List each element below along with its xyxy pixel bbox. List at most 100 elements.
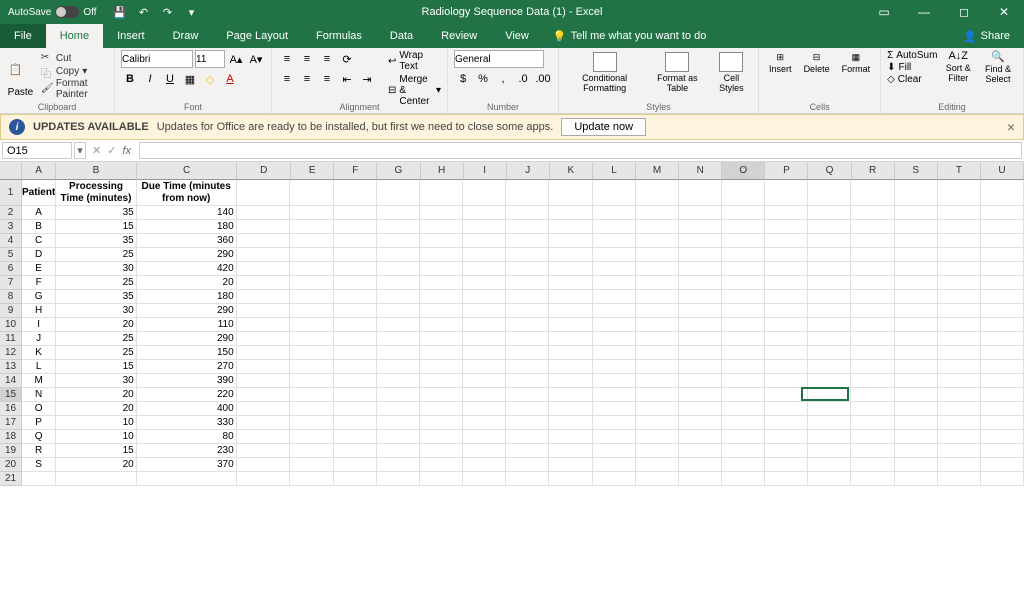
customize-icon[interactable]: ▾	[185, 5, 199, 19]
cell-U7[interactable]	[981, 276, 1024, 290]
cell-M11[interactable]	[636, 332, 679, 346]
cell-Q21[interactable]	[808, 472, 851, 486]
cell-U13[interactable]	[981, 360, 1024, 374]
cell-O17[interactable]	[722, 416, 765, 430]
name-box-dropdown[interactable]: ▾	[74, 142, 86, 159]
cell-Q5[interactable]	[808, 248, 851, 262]
cell-T17[interactable]	[938, 416, 981, 430]
cell-M7[interactable]	[636, 276, 679, 290]
cell-U15[interactable]	[981, 388, 1024, 402]
cell-G7[interactable]	[377, 276, 420, 290]
cell-C7[interactable]: 20	[137, 276, 237, 290]
cell-A13[interactable]: L	[22, 360, 56, 374]
cell-T4[interactable]	[938, 234, 981, 248]
cell-J7[interactable]	[506, 276, 549, 290]
cell-I20[interactable]	[463, 458, 506, 472]
cell-L2[interactable]	[593, 206, 636, 220]
increase-decimal-icon[interactable]: .0	[514, 70, 532, 88]
cell-K10[interactable]	[549, 318, 592, 332]
border-button[interactable]: ▦	[181, 70, 199, 88]
cell-B13[interactable]: 15	[56, 360, 136, 374]
orientation-icon[interactable]: ⟳	[338, 50, 356, 68]
cell-R14[interactable]	[851, 374, 894, 388]
cell-C15[interactable]: 220	[137, 388, 237, 402]
cell-M20[interactable]	[636, 458, 679, 472]
cell-P20[interactable]	[765, 458, 808, 472]
cell-B7[interactable]: 25	[56, 276, 136, 290]
cell-H1[interactable]	[420, 180, 463, 206]
cell-O15[interactable]	[722, 388, 765, 402]
cell-A18[interactable]: Q	[22, 430, 56, 444]
cell-I15[interactable]	[463, 388, 506, 402]
cell-B17[interactable]: 10	[56, 416, 136, 430]
cell-J5[interactable]	[506, 248, 549, 262]
cell-E5[interactable]	[290, 248, 333, 262]
cell-U10[interactable]	[981, 318, 1024, 332]
cell-J12[interactable]	[506, 346, 549, 360]
cell-R18[interactable]	[851, 430, 894, 444]
cell-K18[interactable]	[549, 430, 592, 444]
cell-T20[interactable]	[938, 458, 981, 472]
cell-I6[interactable]	[463, 262, 506, 276]
cell-F15[interactable]	[334, 388, 377, 402]
cell-F9[interactable]	[334, 304, 377, 318]
cell-P12[interactable]	[765, 346, 808, 360]
cell-J11[interactable]	[506, 332, 549, 346]
wrap-text-button[interactable]: ↩Wrap Text	[388, 50, 441, 72]
cell-T15[interactable]	[938, 388, 981, 402]
cancel-formula-icon[interactable]: ✕	[92, 144, 101, 157]
cell-Q2[interactable]	[808, 206, 851, 220]
cell-C8[interactable]: 180	[137, 290, 237, 304]
align-top-icon[interactable]: ≡	[278, 50, 296, 68]
cell-M8[interactable]	[636, 290, 679, 304]
cell-O3[interactable]	[722, 220, 765, 234]
cell-U21[interactable]	[981, 472, 1024, 486]
cell-H7[interactable]	[420, 276, 463, 290]
cell-M9[interactable]	[636, 304, 679, 318]
cell-D21[interactable]	[237, 472, 291, 486]
cell-R16[interactable]	[851, 402, 894, 416]
cell-S16[interactable]	[895, 402, 938, 416]
cell-O6[interactable]	[722, 262, 765, 276]
cell-J1[interactable]	[506, 180, 549, 206]
cell-S15[interactable]	[895, 388, 938, 402]
cell-N11[interactable]	[679, 332, 722, 346]
cell-O8[interactable]	[722, 290, 765, 304]
cell-G5[interactable]	[377, 248, 420, 262]
cell-O2[interactable]	[722, 206, 765, 220]
cell-D14[interactable]	[237, 374, 291, 388]
fx-icon[interactable]: fx	[122, 145, 131, 157]
close-icon[interactable]: ✕	[984, 0, 1024, 24]
cell-N14[interactable]	[679, 374, 722, 388]
cell-B6[interactable]: 30	[56, 262, 136, 276]
column-header-R[interactable]: R	[852, 162, 895, 180]
cell-F11[interactable]	[334, 332, 377, 346]
cell-D18[interactable]	[237, 430, 291, 444]
cell-K11[interactable]	[549, 332, 592, 346]
cell-I16[interactable]	[463, 402, 506, 416]
cell-D19[interactable]	[237, 444, 291, 458]
cell-A8[interactable]: G	[22, 290, 56, 304]
cell-U2[interactable]	[981, 206, 1024, 220]
cell-R5[interactable]	[851, 248, 894, 262]
cell-F21[interactable]	[334, 472, 377, 486]
cell-I2[interactable]	[463, 206, 506, 220]
cell-H6[interactable]	[420, 262, 463, 276]
undo-icon[interactable]: ↶	[137, 5, 151, 19]
cell-R19[interactable]	[851, 444, 894, 458]
cell-Q8[interactable]	[808, 290, 851, 304]
save-icon[interactable]: 💾	[113, 5, 127, 19]
cell-G15[interactable]	[377, 388, 420, 402]
cell-D11[interactable]	[237, 332, 291, 346]
cell-F18[interactable]	[334, 430, 377, 444]
cell-Q7[interactable]	[808, 276, 851, 290]
column-header-M[interactable]: M	[636, 162, 679, 180]
cell-B10[interactable]: 20	[56, 318, 136, 332]
row-header-7[interactable]: 7	[0, 276, 22, 290]
cell-H21[interactable]	[420, 472, 463, 486]
cell-G20[interactable]	[377, 458, 420, 472]
cell-P9[interactable]	[765, 304, 808, 318]
cell-A12[interactable]: K	[22, 346, 56, 360]
column-header-T[interactable]: T	[938, 162, 981, 180]
cell-T9[interactable]	[938, 304, 981, 318]
